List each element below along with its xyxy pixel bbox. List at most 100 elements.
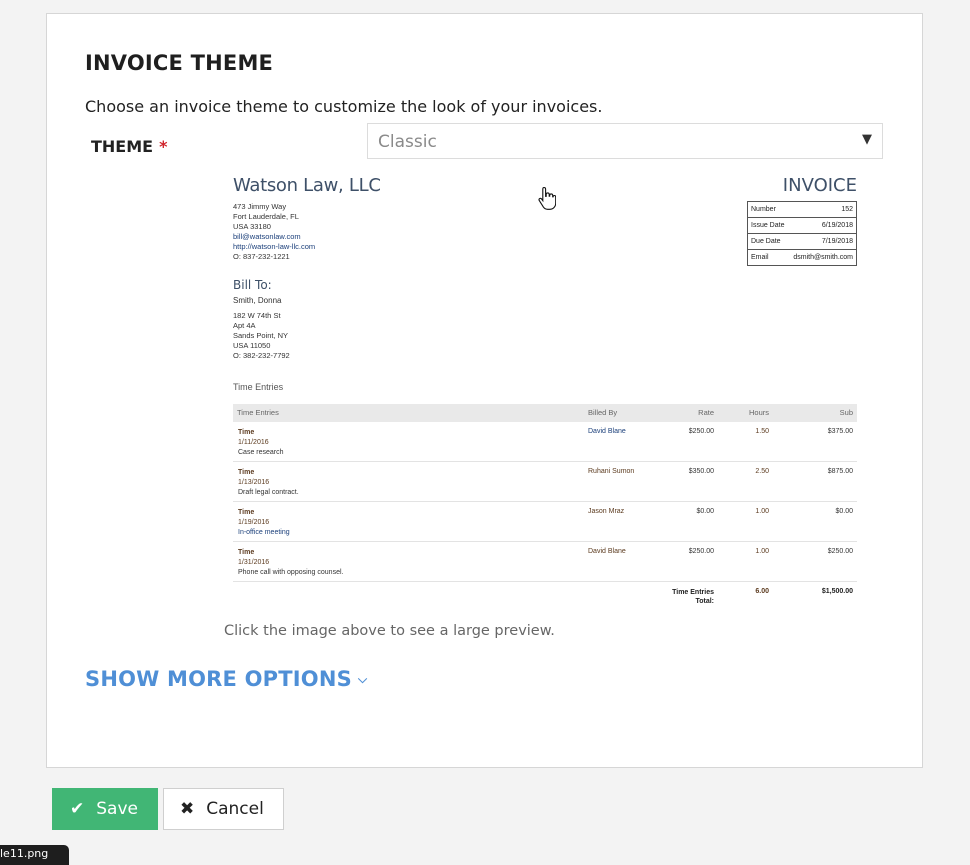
entry-date: 1/13/2016 xyxy=(238,479,270,486)
page-title: INVOICE THEME xyxy=(85,51,274,75)
meta-row: Issue Date 6/19/2018 xyxy=(748,218,856,234)
meta-row: Due Date 7/19/2018 xyxy=(748,234,856,250)
firm-line: 473 Jimmy Way xyxy=(233,202,287,211)
firm-line: http://watson-law-llc.com xyxy=(233,242,316,251)
bill-to-line: O: 382-232-7792 xyxy=(233,351,290,360)
invoice-theme-card: INVOICE THEME Choose an invoice theme to… xyxy=(46,13,923,768)
entry-hours: 1.00 xyxy=(755,548,769,555)
entry-date: 1/31/2016 xyxy=(238,559,270,566)
entry-kind: Time xyxy=(238,549,255,556)
hand-cursor-icon xyxy=(538,186,556,210)
show-more-options-link[interactable]: SHOW MORE OPTIONS ⌵ xyxy=(85,667,367,691)
bill-to-line: 182 W 74th St xyxy=(233,311,281,320)
entry-billed-by: Ruhani Sumon xyxy=(588,468,635,475)
tooltip-text: le11.png xyxy=(0,847,49,860)
close-icon: ✖ xyxy=(180,799,195,819)
total-label: Time Entries Total: xyxy=(672,588,714,606)
column-header: Billed By xyxy=(588,408,618,417)
column-header: Time Entries xyxy=(237,408,279,417)
meta-label: Issue Date xyxy=(751,222,785,229)
entry-rate: $250.00 xyxy=(688,548,714,555)
theme-label: THEME * xyxy=(91,137,167,156)
entry-rate: $0.00 xyxy=(696,508,714,515)
save-button-label: Save xyxy=(96,799,138,819)
column-header: Sub xyxy=(839,408,853,417)
entry-sub: $250.00 xyxy=(827,548,853,555)
table-total-row: Time Entries Total: 6.00 $1,500.00 xyxy=(233,582,857,612)
meta-label: Number xyxy=(751,206,776,213)
bill-to-line: USA 11050 xyxy=(233,341,271,350)
table-row: Time 1/19/2016 In-office meeting Jason M… xyxy=(233,502,857,542)
time-entries-heading: Time Entries xyxy=(233,382,284,392)
meta-row: Number 152 xyxy=(748,202,856,218)
theme-select[interactable]: Classic ▼ xyxy=(367,123,883,159)
meta-value: dsmith@smith.com xyxy=(793,254,853,261)
save-button[interactable]: ✔ Save xyxy=(52,788,158,830)
entry-hours: 1.50 xyxy=(755,428,769,435)
check-icon: ✔ xyxy=(70,799,85,819)
firm-line: USA 33180 xyxy=(233,222,271,231)
total-hours: 6.00 xyxy=(755,588,769,595)
table-header: Time Entries Billed By Rate Hours Sub xyxy=(233,404,857,422)
meta-label: Due Date xyxy=(751,238,781,245)
entry-note: In-office meeting xyxy=(238,529,290,536)
entry-billed-by: Jason Mraz xyxy=(588,508,625,515)
column-header: Rate xyxy=(698,408,714,417)
required-marker: * xyxy=(159,137,168,156)
firm-line: O: 837-232-1221 xyxy=(233,252,290,261)
entry-hours: 1.00 xyxy=(755,508,769,515)
firm-address: 473 Jimmy Way Fort Lauderdale, FL USA 33… xyxy=(233,202,315,262)
entry-note: Case research xyxy=(238,449,284,456)
entry-sub: $875.00 xyxy=(827,468,853,475)
entry-rate: $350.00 xyxy=(688,468,714,475)
cancel-button-label: Cancel xyxy=(206,799,264,819)
meta-value: 6/19/2018 xyxy=(821,222,853,229)
theme-label-text: THEME xyxy=(91,137,154,156)
preview-hint: Click the image above to see a large pre… xyxy=(224,623,555,639)
table-row: Time 1/31/2016 Phone call with opposing … xyxy=(233,542,857,582)
entry-description: Time 1/13/2016 Draft legal contract. xyxy=(238,468,299,498)
filename-tooltip: le11.png xyxy=(0,845,69,865)
bill-to-line: Sands Point, NY xyxy=(233,331,289,340)
total-label-line: Total: xyxy=(695,598,714,605)
firm-name: Watson Law, LLC xyxy=(233,175,381,196)
entry-kind: Time xyxy=(238,509,255,516)
firm-line: bill@watsonlaw.com xyxy=(233,232,301,241)
page-description: Choose an invoice theme to customize the… xyxy=(85,97,603,116)
entry-billed-by: David Blane xyxy=(588,548,626,555)
entry-sub: $375.00 xyxy=(827,428,853,435)
invoice-meta-table: Number 152 Issue Date 6/19/2018 Due Date 7/… xyxy=(747,201,857,266)
entry-rate: $250.00 xyxy=(688,428,714,435)
entry-description: Time 1/19/2016 In-office meeting xyxy=(238,508,290,538)
column-header: Hours xyxy=(748,408,769,417)
total-sub: $1,500.00 xyxy=(821,588,853,595)
show-more-options-label: SHOW MORE OPTIONS xyxy=(85,667,352,691)
entry-sub: $0.00 xyxy=(835,508,853,515)
invoice-preview-image[interactable]: Watson Law, LLC 473 Jimmy Way Fort Laude… xyxy=(233,172,857,605)
meta-row: Email dsmith@smith.com xyxy=(748,250,856,265)
meta-value: 152 xyxy=(841,206,853,213)
meta-value: 7/19/2018 xyxy=(821,238,853,245)
entry-kind: Time xyxy=(238,469,255,476)
bill-to-name: Smith, Donna xyxy=(233,296,282,305)
entry-billed-by: David Blane xyxy=(588,428,626,435)
table-row: Time 1/13/2016 Draft legal contract. Ruh… xyxy=(233,462,857,502)
table-row: Time 1/11/2016 Case research David Blane… xyxy=(233,422,857,462)
entry-kind: Time xyxy=(238,429,255,436)
invoice-heading: INVOICE xyxy=(782,175,857,196)
firm-line: Fort Lauderdale, FL xyxy=(233,212,299,221)
entry-hours: 2.50 xyxy=(755,468,769,475)
entry-note: Draft legal contract. xyxy=(238,489,299,496)
time-entries-table: Time Entries Billed By Rate Hours Sub Ti… xyxy=(233,404,857,612)
entry-description: Time 1/11/2016 Case research xyxy=(238,428,284,458)
bill-to-address: 182 W 74th St Apt 4A Sands Point, NY USA… xyxy=(233,311,290,361)
cancel-button[interactable]: ✖ Cancel xyxy=(163,788,284,830)
entry-date: 1/11/2016 xyxy=(238,439,269,446)
bill-to-label: Bill To: xyxy=(233,278,272,292)
caret-down-icon: ▼ xyxy=(862,132,872,147)
entry-note: Phone call with opposing counsel. xyxy=(238,569,344,576)
entry-date: 1/19/2016 xyxy=(238,519,270,526)
meta-label: Email xyxy=(751,254,769,261)
chevron-down-icon: ⌵ xyxy=(357,672,368,686)
total-label-line: Time Entries xyxy=(672,589,714,596)
